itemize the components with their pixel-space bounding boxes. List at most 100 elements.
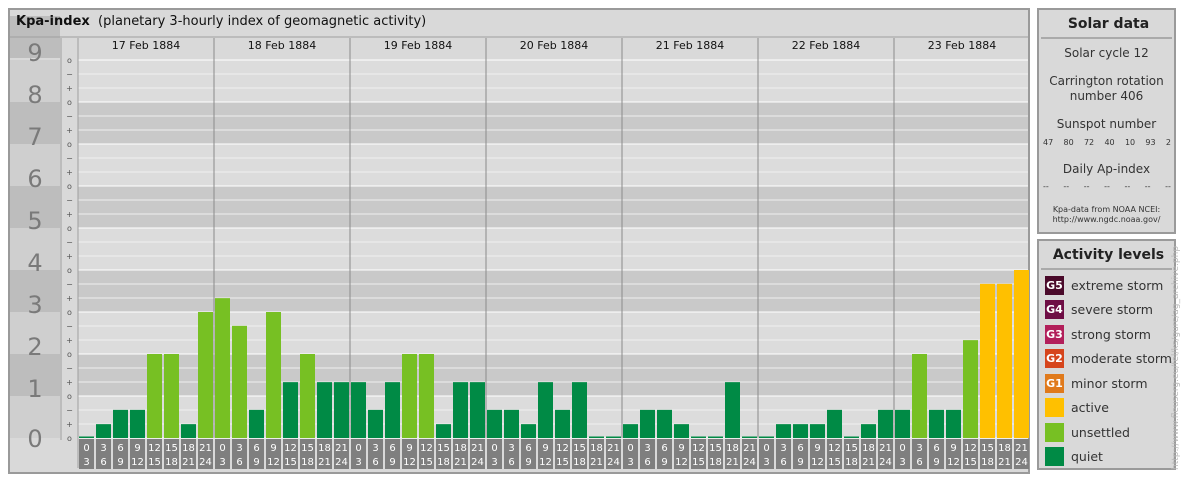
interval-start-label: 6: [389, 443, 395, 454]
kp-bar: [147, 354, 162, 438]
y-minor-tick-label: +: [66, 294, 73, 303]
sunspot-values: 47 80 72 40 10 93 2: [1043, 138, 1171, 147]
interval-start-label: 12: [556, 443, 569, 454]
legend-item-quiet: quiet: [1045, 447, 1103, 467]
interval-end-label: 3: [763, 457, 769, 468]
y-tick-label: 0: [27, 425, 42, 453]
kp-bar: [572, 382, 587, 438]
interval-end-label: 21: [726, 457, 739, 468]
kp-bar: [198, 312, 213, 438]
kp-bar: [589, 436, 604, 438]
interval-start-label: 15: [709, 443, 722, 454]
ap-index-label: Daily Ap-index: [1062, 162, 1151, 176]
ap-value: --: [1104, 182, 1110, 191]
y-tick-label: 6: [27, 165, 42, 193]
sunspot-value: 40: [1104, 138, 1115, 147]
interval-end-label: 15: [692, 457, 705, 468]
grid-band: [78, 102, 1028, 144]
solar-data-divider: [1041, 37, 1172, 39]
activity-levels-panel: Activity levels G5 extreme storm G4 severe …: [1037, 239, 1176, 470]
interval-start-label: 12: [420, 443, 433, 454]
interval-end-label: 6: [644, 457, 650, 468]
kp-bar: [164, 354, 179, 438]
kp-bar: [130, 409, 145, 438]
interval-end-label: 3: [355, 457, 361, 468]
day-label: 22 Feb 1884: [792, 39, 860, 52]
kp-bar: [266, 312, 281, 438]
y-minor-tick-label: o: [67, 350, 72, 359]
interval-end-label: 18: [845, 457, 858, 468]
kp-bar: [470, 382, 485, 438]
kp-bar: [402, 354, 417, 438]
interval-start-label: 9: [134, 443, 140, 454]
interval-end-label: 15: [828, 457, 841, 468]
interval-end-label: 9: [253, 457, 259, 468]
chart-subtitle: (planetary 3-hourly index of geomagnetic…: [98, 14, 427, 29]
interval-start-label: 6: [525, 443, 531, 454]
y-tick-label: 3: [27, 291, 42, 319]
y-tick-label: 1: [27, 375, 42, 403]
interval-end-label: 12: [947, 457, 960, 468]
interval-start-label: 15: [981, 443, 994, 454]
interval-end-label: 21: [862, 457, 875, 468]
legend-item-minor-storm: G1 minor storm: [1045, 373, 1148, 393]
activity-levels-divider: [1041, 268, 1172, 270]
source-credit: http://www.fleuserg.eu/fel/ks/gurc/ag_ar…: [1171, 245, 1181, 470]
kp-bar: [861, 424, 876, 438]
data-source-link[interactable]: http://www.ngdc.noaa.gov/: [1039, 215, 1174, 225]
interval-start-label: 6: [661, 443, 667, 454]
kp-bar: [555, 409, 570, 438]
interval-end-label: 6: [100, 457, 106, 468]
interval-end-label: 6: [236, 457, 242, 468]
interval-start-label: 0: [219, 443, 225, 454]
interval-end-label: 12: [539, 457, 552, 468]
legend-item-moderate-storm: G2 moderate storm: [1045, 349, 1172, 369]
kp-bar: [487, 409, 502, 438]
interval-start-label: 21: [471, 443, 484, 454]
carrington-rotation-number: number 406: [1069, 89, 1144, 103]
interval-end-label: 18: [437, 457, 450, 468]
kp-bar: [283, 382, 298, 438]
kp-bar: [453, 382, 468, 438]
ap-value: --: [1144, 182, 1151, 191]
sunspot-value: 47: [1043, 138, 1054, 147]
kp-bar: [215, 298, 230, 438]
interval-start-label: 21: [199, 443, 212, 454]
solar-data-title: Solar data: [1067, 16, 1150, 32]
chart-title: Kpa-index (planetary 3-hourly index of g…: [16, 14, 426, 29]
interval-end-label: 21: [998, 457, 1011, 468]
y-minor-tick-label: −: [66, 154, 73, 163]
kp-bar: [334, 382, 349, 438]
interval-start-label: 0: [899, 443, 905, 454]
kp-bar: [657, 409, 672, 438]
legend-swatch: [1045, 422, 1064, 442]
interval-start-label: 15: [573, 443, 586, 454]
interval-start-label: 0: [355, 443, 361, 454]
interval-end-label: 18: [709, 457, 722, 468]
interval-end-label: 3: [491, 457, 497, 468]
interval-start-label: 3: [644, 443, 650, 454]
interval-start-label: 18: [318, 443, 331, 454]
kp-bar: [810, 424, 825, 438]
sunspot-value: 2: [1165, 138, 1171, 147]
kp-bar: [912, 354, 927, 438]
interval-start-label: 15: [845, 443, 858, 454]
ap-index-values: -- -- -- -- -- -- --: [1043, 182, 1171, 191]
kp-bar: [708, 436, 723, 438]
interval-start-label: 9: [406, 443, 412, 454]
y-minor-tick-label: +: [66, 126, 73, 135]
y-minor-tick-label: o: [67, 308, 72, 317]
kp-bar: [946, 409, 961, 438]
data-source-label: Kpa-data from NOAA NCEI:: [1052, 205, 1161, 214]
y-tick-label: 8: [27, 81, 42, 109]
kp-bar: [997, 283, 1012, 438]
chart-title-main: Kpa-index: [16, 14, 90, 29]
kp-bar: [96, 424, 111, 438]
kp-bar: [623, 424, 638, 438]
ap-value: --: [1043, 182, 1049, 191]
interval-end-label: 12: [675, 457, 688, 468]
interval-end-label: 21: [590, 457, 603, 468]
legend-swatch: G1: [1045, 373, 1064, 393]
interval-end-label: 3: [219, 457, 225, 468]
legend-item-strong-storm: G3 strong storm: [1045, 324, 1151, 344]
